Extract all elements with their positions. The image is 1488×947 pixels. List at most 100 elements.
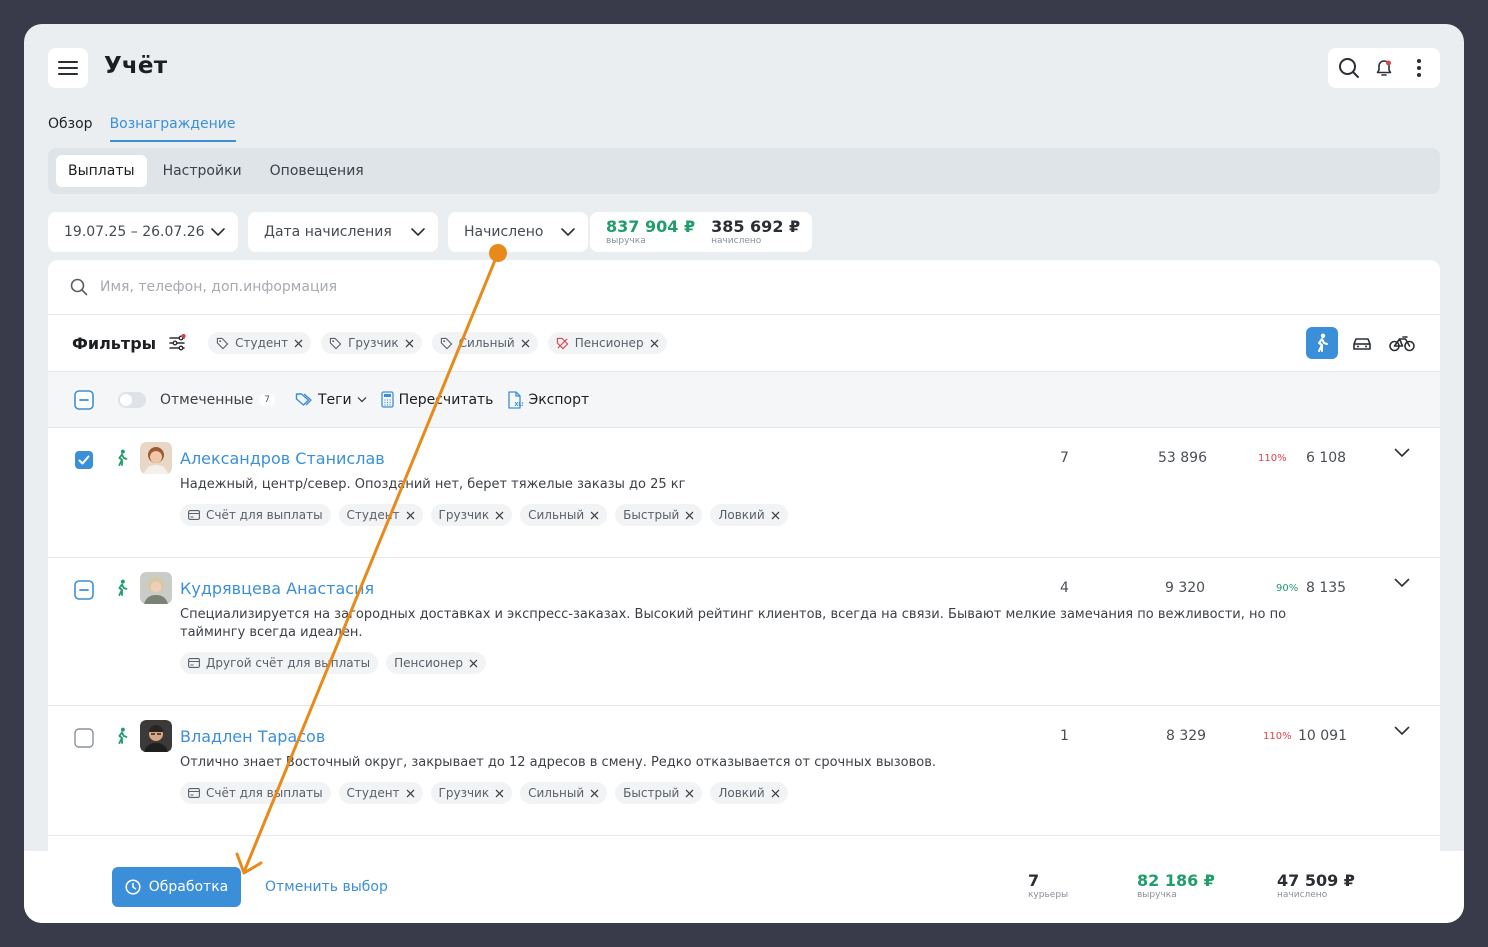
chevron-down-icon <box>211 228 225 237</box>
close-icon[interactable] <box>405 339 414 348</box>
payout-account-chip[interactable]: Другой счёт для выплаты <box>180 652 379 674</box>
filter-chip-label: Сильный <box>458 336 515 350</box>
main-tabs: Обзор Вознаграждение <box>48 116 236 142</box>
revenue-value: 9 320 <box>1165 580 1206 596</box>
filter-chip-pensioner[interactable]: Пенсионер <box>547 332 667 354</box>
footer-couriers: 7 курьеры <box>1028 873 1068 900</box>
recalc-button[interactable]: Пересчитать <box>380 391 493 408</box>
close-icon[interactable] <box>495 511 504 520</box>
close-icon[interactable] <box>590 789 599 798</box>
cancel-selection-link[interactable]: Отменить выбор <box>265 879 388 895</box>
tag-label: Пенсионер <box>394 656 463 670</box>
orders-count: 1 <box>1060 728 1069 744</box>
select-all-checkbox[interactable] <box>74 389 94 410</box>
date-range-value: 19.07.25 – 26.07.26 <box>64 224 205 240</box>
process-button[interactable]: Обработка <box>112 867 241 907</box>
tag-chip[interactable]: Быстрый <box>615 782 703 804</box>
row-checkbox-checked[interactable] <box>74 450 94 470</box>
tag-chip[interactable]: Сильный <box>520 504 608 526</box>
footer-couriers-label: курьеры <box>1028 890 1069 900</box>
search-button[interactable] <box>1334 53 1364 83</box>
close-icon[interactable] <box>406 511 415 520</box>
tag-chip[interactable]: Студент <box>338 782 423 804</box>
close-icon[interactable] <box>685 511 694 520</box>
subtab-notifications[interactable]: Оповещения <box>258 155 376 187</box>
search-input[interactable] <box>100 279 700 295</box>
footer-revenue-label: выручка <box>1137 890 1177 900</box>
payout-account-chip[interactable]: Счёт для выплаты <box>180 782 331 804</box>
row-checkbox-partial[interactable] <box>74 580 94 600</box>
orders-count: 4 <box>1060 580 1069 596</box>
marked-toggle[interactable] <box>118 391 146 408</box>
footer-accrued-value: 47 509 ₽ <box>1277 871 1355 890</box>
courier-description: Отлично знает Восточный округ, закрывает… <box>180 755 937 770</box>
marked-count: 7 <box>259 393 275 406</box>
subtab-settings[interactable]: Настройки <box>151 155 254 187</box>
courier-row[interactable]: Кудрявцева Анастасия 4 9 320 90% 8 135 С… <box>48 558 1440 706</box>
courier-row[interactable]: Владлен Тарасов 1 8 329 110% 10 091 Отли… <box>48 706 1440 836</box>
courier-name[interactable]: Александров Станислав <box>180 449 385 468</box>
chevron-down-icon[interactable] <box>1394 726 1410 736</box>
status-value: Начислено <box>464 224 544 240</box>
tab-overview[interactable]: Обзор <box>48 116 93 142</box>
close-icon[interactable] <box>495 789 504 798</box>
chevron-down-icon[interactable] <box>1394 578 1410 588</box>
close-icon[interactable] <box>650 339 659 348</box>
courier-description: Надежный, центр/север. Опозданий нет, бе… <box>180 477 686 492</box>
tag-chip[interactable]: Сильный <box>520 782 608 804</box>
date-range-select[interactable]: 19.07.25 – 26.07.26 <box>48 212 238 252</box>
tag-chip[interactable]: Ловкий <box>710 504 788 526</box>
close-icon[interactable] <box>294 339 303 348</box>
close-icon[interactable] <box>469 659 478 668</box>
card-icon <box>188 510 200 520</box>
row-checkbox[interactable] <box>74 728 94 748</box>
close-icon[interactable] <box>406 789 415 798</box>
tags-dropdown[interactable]: Теги <box>295 392 367 408</box>
search-icon <box>1339 58 1360 78</box>
tag-icon <box>440 337 452 349</box>
close-icon[interactable] <box>521 339 530 348</box>
bulk-actions-row: Отмеченные 7 Теги Пересчитать XLS Экспор… <box>48 372 1440 428</box>
couriers-card: Фильтры Студент Грузчик Сильный П <box>48 260 1440 923</box>
filter-chip-student[interactable]: Студент <box>208 332 312 354</box>
close-icon[interactable] <box>590 511 599 520</box>
vehicle-bicycle-button[interactable] <box>1386 327 1418 359</box>
filter-chip-loader[interactable]: Грузчик <box>321 332 422 354</box>
filter-settings-button[interactable] <box>168 334 186 352</box>
subtab-payouts[interactable]: Выплаты <box>56 155 147 187</box>
bottom-action-bar: Обработка Отменить выбор 7 курьеры 82 18… <box>24 851 1464 923</box>
filter-chip-label: Пенсионер <box>574 336 644 350</box>
tag-chip[interactable]: Студент <box>338 504 423 526</box>
tag-chip[interactable]: Ловкий <box>710 782 788 804</box>
svg-text:XLS: XLS <box>515 402 524 408</box>
status-select[interactable]: Начислено <box>448 212 588 252</box>
tag-chip[interactable]: Грузчик <box>430 782 513 804</box>
vehicle-walker-button[interactable] <box>1306 327 1338 359</box>
close-icon[interactable] <box>685 789 694 798</box>
card-icon <box>188 658 200 668</box>
close-icon[interactable] <box>771 789 780 798</box>
payout-account-chip[interactable]: Счёт для выплаты <box>180 504 331 526</box>
walker-icon <box>118 449 128 466</box>
menu-button[interactable] <box>48 48 88 88</box>
walker-icon <box>118 579 128 596</box>
more-button[interactable] <box>1404 53 1434 83</box>
more-vertical-icon <box>1416 59 1421 77</box>
date-type-select[interactable]: Дата начисления <box>248 212 438 252</box>
filter-chip-strong[interactable]: Сильный <box>431 332 538 354</box>
vehicle-car-button[interactable] <box>1346 327 1378 359</box>
chevron-down-icon[interactable] <box>1394 448 1410 458</box>
payout-account-label: Другой счёт для выплаты <box>206 656 371 670</box>
tags-icon <box>295 392 312 406</box>
courier-name[interactable]: Кудрявцева Анастасия <box>180 579 374 598</box>
tab-rewards[interactable]: Вознаграждение <box>109 116 236 142</box>
tag-chip[interactable]: Быстрый <box>615 504 703 526</box>
courier-row[interactable]: Александров Станислав 7 53 896 110% 6 10… <box>48 428 1440 558</box>
tag-label: Грузчик <box>438 786 490 800</box>
tag-chip[interactable]: Пенсионер <box>386 652 486 674</box>
courier-name[interactable]: Владлен Тарасов <box>180 727 325 746</box>
close-icon[interactable] <box>771 511 780 520</box>
notifications-button[interactable] <box>1369 53 1399 83</box>
export-button[interactable]: XLS Экспорт <box>507 390 589 409</box>
tag-chip[interactable]: Грузчик <box>430 504 513 526</box>
